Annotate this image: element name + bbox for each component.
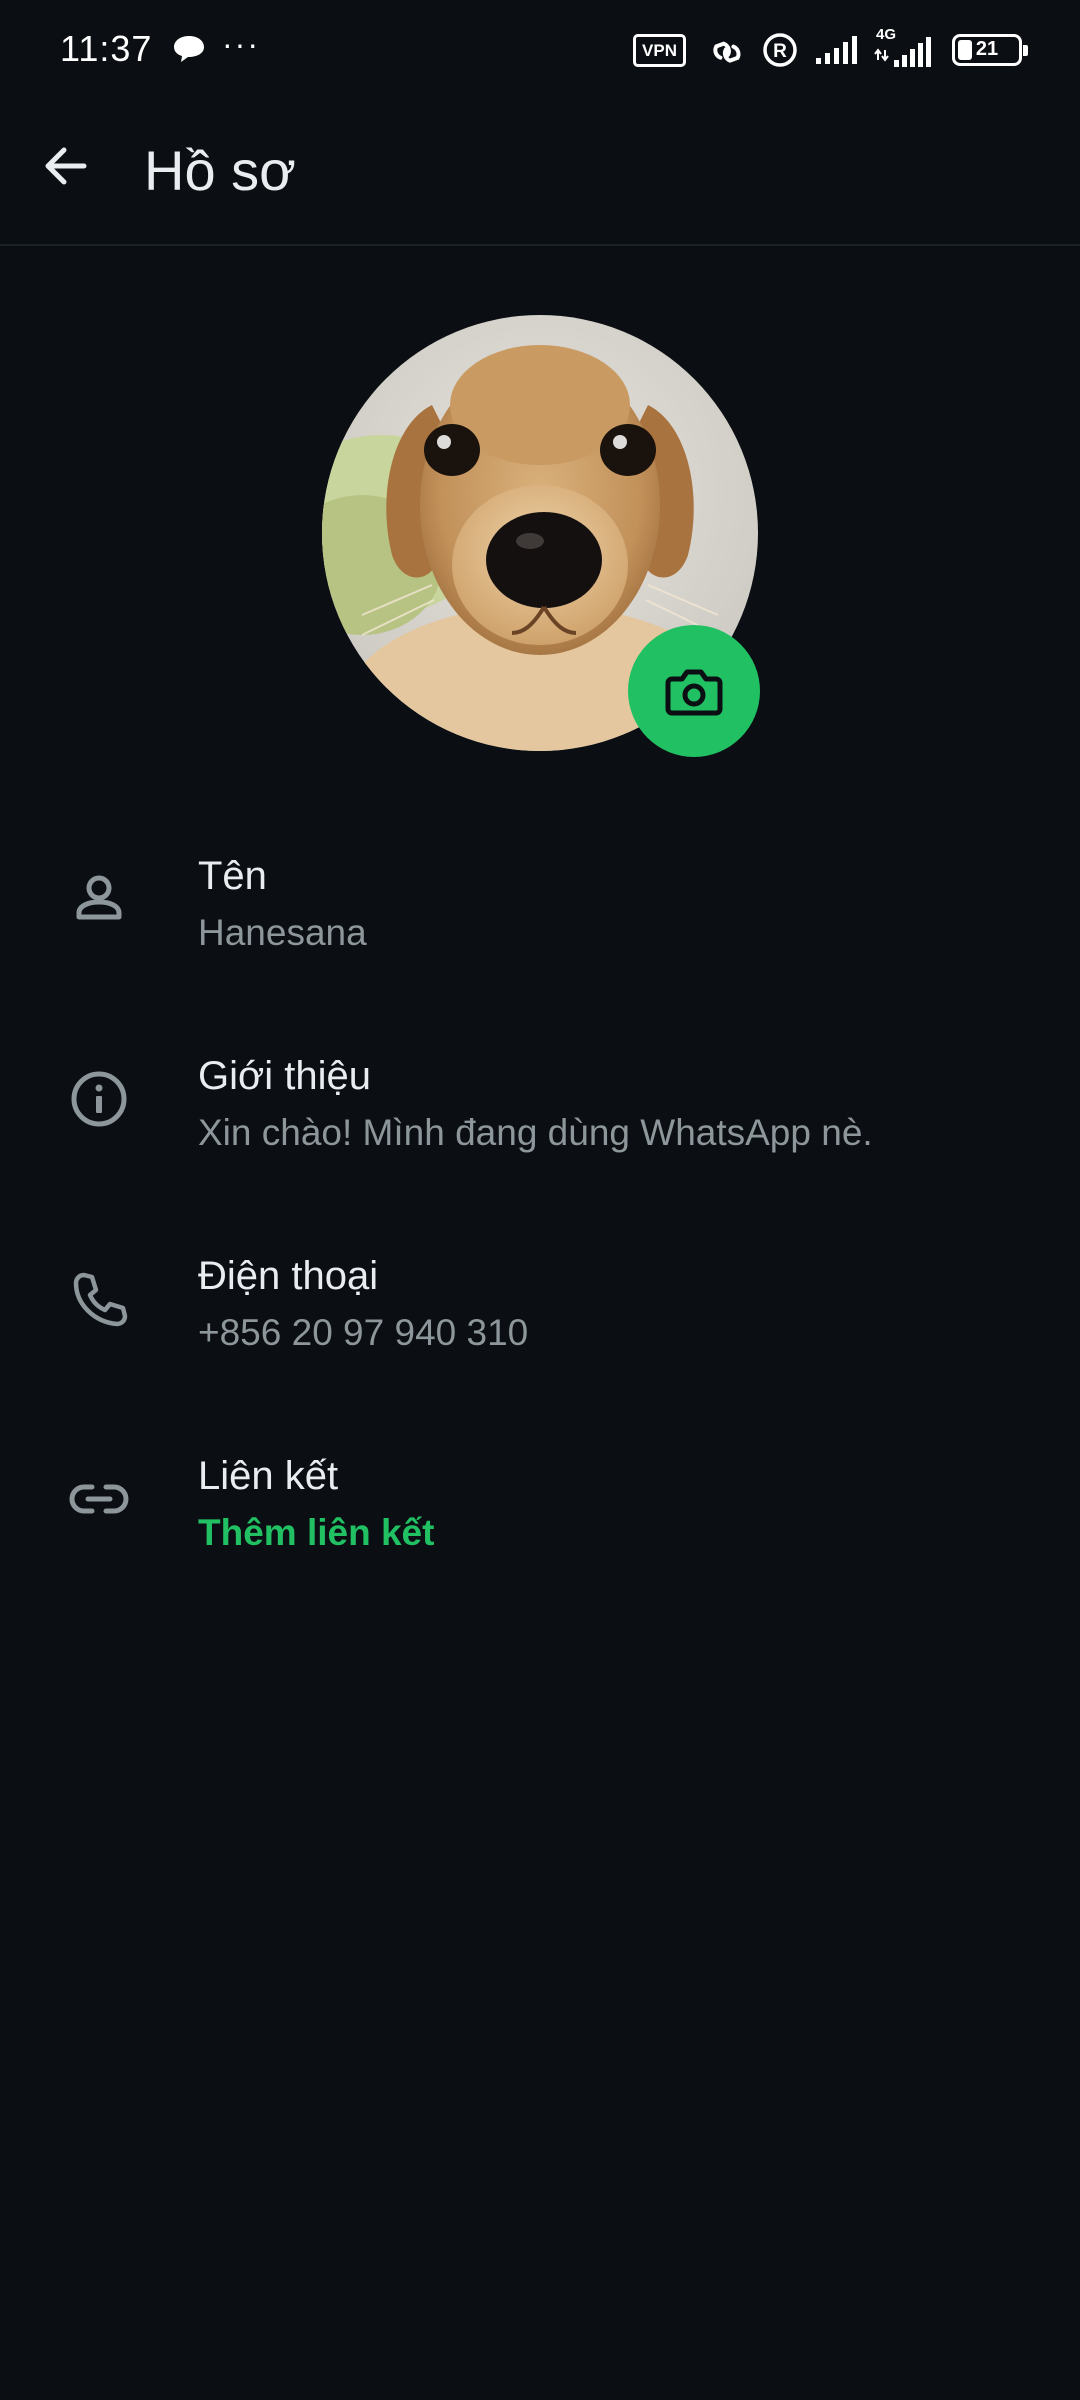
about-row[interactable]: Giới thiệu Xin chào! Mình đang dùng What… xyxy=(0,1030,1080,1230)
more-notifications-icon: ··· xyxy=(222,26,260,62)
profile-photo-section xyxy=(322,315,760,757)
phone-label: Điện thoại xyxy=(198,1254,379,1298)
camera-icon xyxy=(665,669,723,716)
about-value: Xin chào! Mình đang dùng WhatsApp nè. xyxy=(198,1112,873,1153)
links-label: Liên kết xyxy=(198,1454,339,1498)
about-label: Giới thiệu xyxy=(198,1054,371,1098)
links-row[interactable]: Liên kết Thêm liên kết xyxy=(0,1430,1080,1630)
info-icon xyxy=(60,1060,138,1138)
link-icon xyxy=(713,41,741,63)
name-row[interactable]: Tên Hanesana xyxy=(0,830,1080,1030)
profile-details: Tên Hanesana Giới thiệu Xin chào! Mình đ… xyxy=(0,830,1080,1630)
vpn-icon: VPN xyxy=(633,33,686,67)
svg-text:R: R xyxy=(773,41,787,62)
app-bar: Hồ sơ xyxy=(0,100,1080,246)
change-photo-button[interactable] xyxy=(628,625,760,757)
signal-icon xyxy=(816,36,857,64)
phone-value: +856 20 97 940 310 xyxy=(198,1312,529,1353)
phone-row[interactable]: Điện thoại +856 20 97 940 310 xyxy=(0,1230,1080,1430)
status-icons: VPN R 4G 21 xyxy=(633,26,1028,70)
person-icon xyxy=(60,860,138,938)
status-time: 11:37 xyxy=(60,28,153,69)
link-icon xyxy=(60,1460,138,1538)
name-value: Hanesana xyxy=(198,912,367,953)
phone-icon xyxy=(60,1260,138,1338)
chat-bubble-icon xyxy=(174,36,204,62)
status-bar: 11:37 ··· VPN R 4G 21 xyxy=(0,0,1080,100)
name-label: Tên xyxy=(198,854,267,898)
battery-icon: 21 xyxy=(952,34,1028,66)
arrow-left-icon xyxy=(45,147,87,185)
page-title: Hồ sơ xyxy=(144,139,296,202)
back-button[interactable] xyxy=(30,130,102,202)
signal-4g-icon: 4G xyxy=(874,26,936,70)
roaming-icon: R xyxy=(763,33,797,67)
add-link-button[interactable]: Thêm liên kết xyxy=(198,1512,434,1554)
